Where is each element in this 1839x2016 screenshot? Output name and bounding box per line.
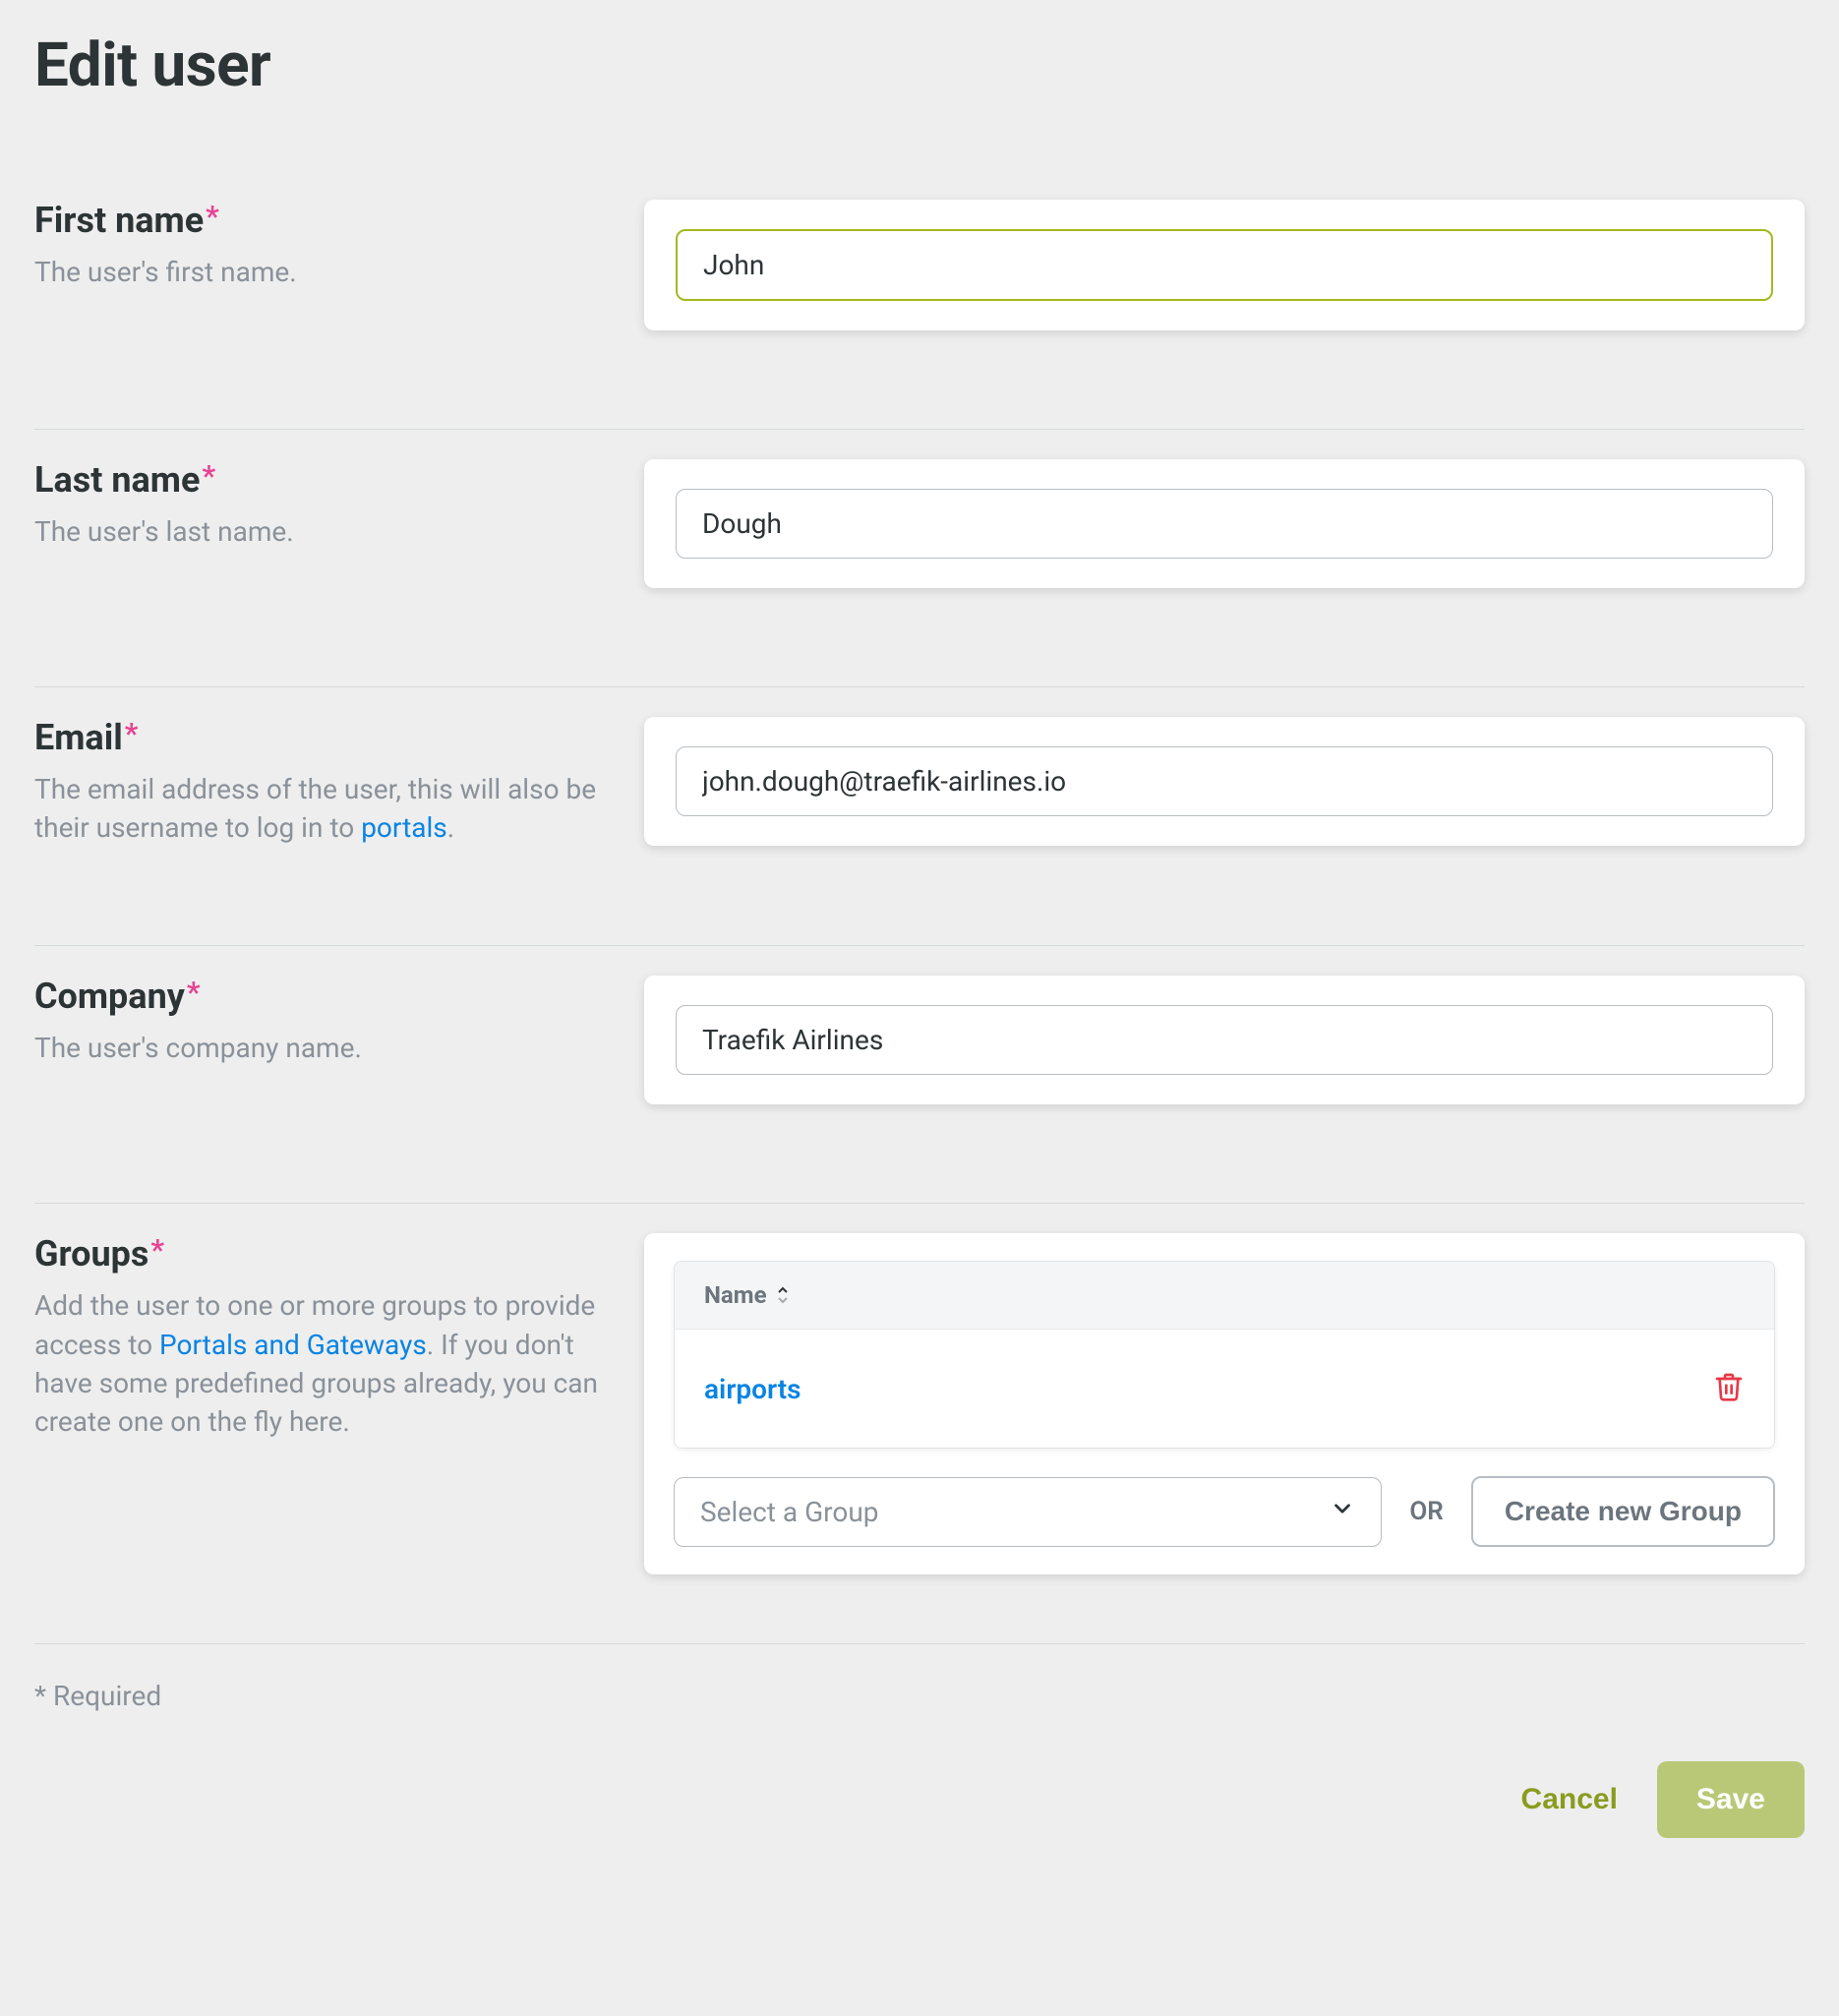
or-separator: OR (1409, 1497, 1443, 1526)
company-input[interactable] (676, 1005, 1773, 1075)
groups-description: Add the user to one or more groups to pr… (34, 1286, 615, 1441)
sort-icon (775, 1285, 791, 1305)
cancel-button[interactable]: Cancel (1521, 1783, 1618, 1816)
chevron-down-icon (1330, 1496, 1355, 1528)
first-name-section: First name* The user's first name. (34, 200, 1805, 430)
page-title: Edit user (34, 30, 1805, 101)
group-name-link[interactable]: airports (704, 1373, 801, 1405)
required-star-icon: * (150, 1233, 164, 1268)
groups-label: Groups* (34, 1233, 615, 1275)
email-input-card (644, 717, 1805, 846)
groups-table-header: Name (675, 1262, 1774, 1329)
first-name-input[interactable] (676, 229, 1773, 301)
save-button[interactable]: Save (1657, 1761, 1805, 1838)
required-note: * Required (34, 1680, 1805, 1712)
email-input[interactable] (676, 746, 1773, 816)
footer: * Required Cancel Save (34, 1643, 1805, 1838)
required-star-icon: * (125, 717, 139, 751)
trash-icon[interactable] (1713, 1371, 1745, 1406)
first-name-description: The user's first name. (34, 253, 615, 291)
groups-card: Name airports (644, 1233, 1805, 1574)
company-description: The user's company name. (34, 1029, 615, 1067)
group-select-placeholder: Select a Group (700, 1496, 878, 1528)
company-input-card (644, 976, 1805, 1104)
last-name-input[interactable] (676, 489, 1773, 559)
first-name-label: First name* (34, 200, 615, 241)
first-name-input-card (644, 200, 1805, 330)
required-star-icon: * (202, 459, 215, 494)
email-section: Email* The email address of the user, th… (34, 717, 1805, 946)
last-name-label: Last name* (34, 459, 615, 501)
footer-actions: Cancel Save (34, 1761, 1805, 1838)
company-label: Company* (34, 976, 615, 1017)
email-description: The email address of the user, this will… (34, 770, 615, 847)
portals-gateways-link[interactable]: Portals and Gateways (159, 1329, 427, 1361)
company-section: Company* The user's company name. (34, 976, 1805, 1204)
last-name-description: The user's last name. (34, 512, 615, 551)
table-row: airports (675, 1329, 1774, 1448)
groups-column-name[interactable]: Name (704, 1281, 791, 1309)
groups-table: Name airports (674, 1261, 1775, 1449)
groups-actions: Select a Group OR Create new Group (674, 1476, 1775, 1547)
last-name-input-card (644, 459, 1805, 588)
required-star-icon: * (187, 976, 201, 1010)
groups-section: Groups* Add the user to one or more grou… (34, 1233, 1805, 1633)
create-group-button[interactable]: Create new Group (1471, 1476, 1775, 1547)
email-label: Email* (34, 717, 615, 758)
portals-link[interactable]: portals (361, 811, 447, 844)
required-star-icon: * (206, 200, 219, 234)
last-name-section: Last name* The user's last name. (34, 459, 1805, 687)
group-select[interactable]: Select a Group (674, 1477, 1382, 1547)
